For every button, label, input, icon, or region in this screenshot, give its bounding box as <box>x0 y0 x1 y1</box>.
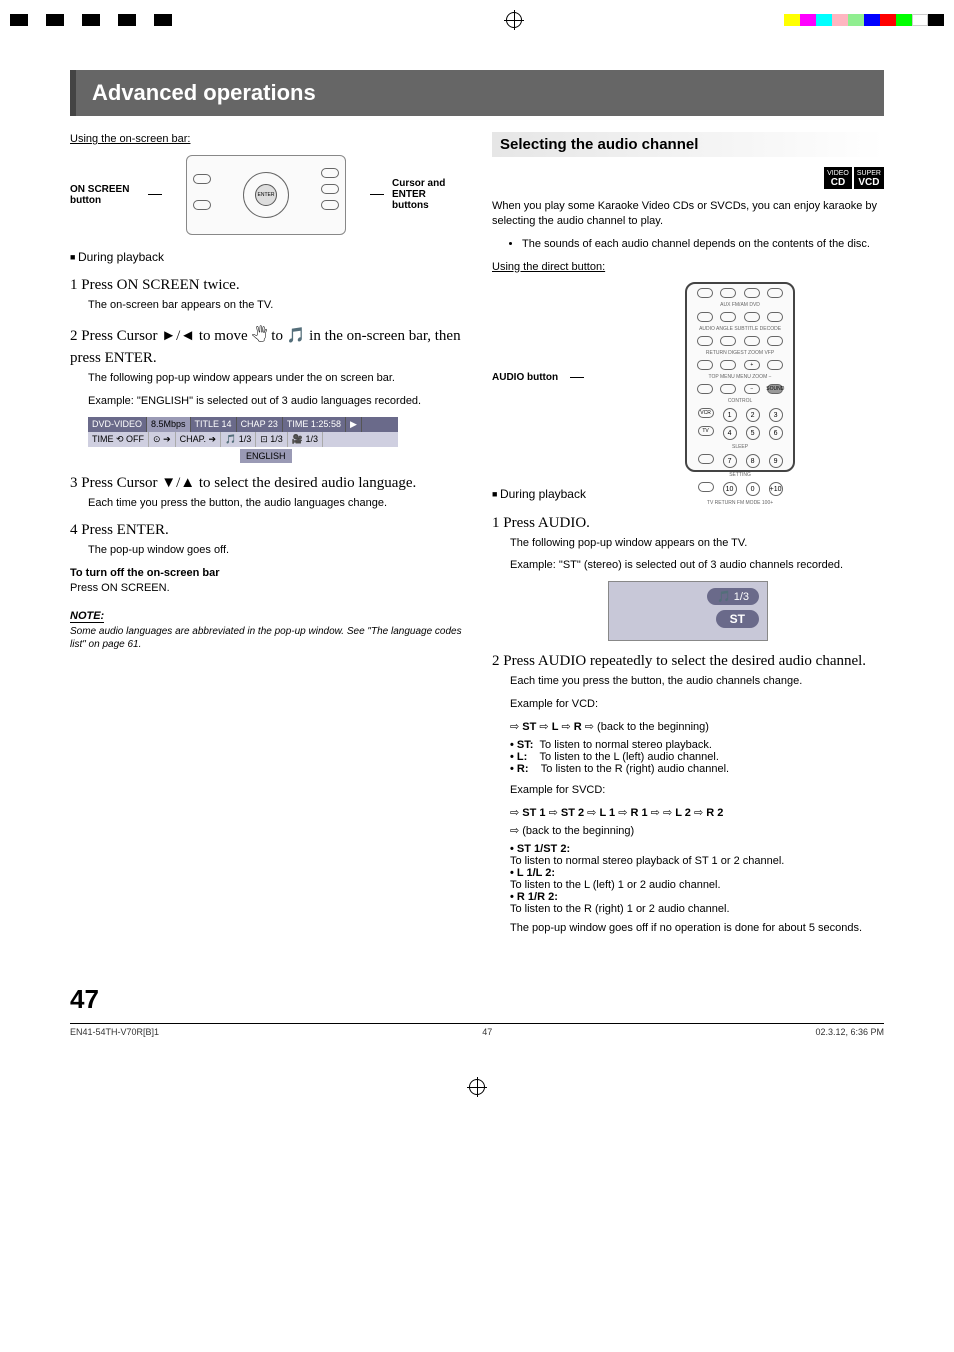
osd-cell: TIME 1:25:58 <box>283 417 346 432</box>
left-step1-heading: 1 Press ON SCREEN twice. <box>70 277 462 294</box>
popup-window: 🎵 1/3 ST <box>608 581 768 641</box>
using-direct-heading: Using the direct button: <box>492 260 884 275</box>
osd-cell: ⊡ 1/3 <box>256 432 288 447</box>
footer-mid: 47 <box>482 1027 492 1037</box>
choice-button-icon <box>193 200 211 210</box>
vcd-sequence: ⇨ ST ⇨ L ⇨ R ⇨ (back to the beginning) <box>510 720 884 735</box>
badge-super-vcd: SUPERVCD <box>854 167 884 189</box>
enter-button-icon: ENTER <box>255 184 277 206</box>
example-vcd-heading: Example for VCD: <box>510 697 884 712</box>
left-step4-text: The pop-up window goes off. <box>88 543 462 558</box>
osd-cell: CHAP 23 <box>237 417 283 432</box>
list-item: L: To listen to the L (left) audio chann… <box>510 751 884 763</box>
osd-cell: ⊙ ➔ <box>149 432 176 447</box>
turnoff-heading: To turn off the on-screen bar <box>70 566 462 581</box>
osd-cell: CHAP. ➔ <box>176 432 221 447</box>
osd-cell: TITLE 14 <box>191 417 237 432</box>
list-item: R: To listen to the R (right) audio chan… <box>510 763 884 775</box>
example-svcd-heading: Example for SVCD: <box>510 783 884 798</box>
onscreen-button-label: ON SCREEN button <box>70 184 140 206</box>
right-step2-heading: 2 Press AUDIO repeatedly to select the d… <box>492 653 884 670</box>
turnoff-text: Press ON SCREEN. <box>70 581 462 596</box>
osd-bar-bottom: TIME ⟲ OFF ⊙ ➔ CHAP. ➔ 🎵 1/3 ⊡ 1/3 🎥 1/3 <box>88 432 398 447</box>
svcd-sequence-2: ⇨ (back to the beginning) <box>510 824 884 839</box>
left-step3-text: Each time you press the button, the audi… <box>88 496 462 511</box>
closing-text: The pop-up window goes off if no operati… <box>510 921 884 936</box>
mark-blocks-left <box>10 14 244 26</box>
left-step4-heading: 4 Press ENTER. <box>70 522 462 539</box>
page-number: 47 <box>70 984 884 1015</box>
right-step1-text1: The following pop-up window appears on t… <box>510 536 884 551</box>
media-badges: VIDEOCD SUPERVCD <box>492 167 884 189</box>
using-onscreen-bar-heading: Using the on-screen bar: <box>70 132 462 147</box>
language-tag: ENGLISH <box>240 449 292 463</box>
right-step2-text: Each time you press the button, the audi… <box>510 674 884 689</box>
left-step1-text: The on-screen bar appears on the TV. <box>88 298 462 313</box>
callout-line <box>570 377 584 378</box>
registration-mark-icon <box>469 1079 485 1095</box>
dvr-button-icon <box>321 168 339 178</box>
left-step2-heading: 2 Press Cursor ►/◄ to move 🖑 to 🎵 in the… <box>70 325 462 367</box>
registration-mark-icon <box>506 12 522 28</box>
popup-counter: 🎵 1/3 <box>707 588 759 605</box>
printer-marks-top <box>0 0 954 40</box>
on-screen-button-icon <box>193 174 211 184</box>
footer-right: 02.3.12, 6:36 PM <box>815 1027 884 1037</box>
during-playback-left: During playback <box>70 249 462 265</box>
chapter-title: Advanced operations <box>70 70 884 116</box>
remote-cursor-diagram: ENTER <box>186 155 346 235</box>
color-blocks-right <box>784 14 944 26</box>
footer-left: EN41-54TH-V70R[B]1 <box>70 1027 159 1037</box>
audio-button-label: AUDIO button <box>492 372 558 383</box>
cursor-enter-label: Cursor and ENTER buttons <box>392 178 462 211</box>
remote-diagram: AUX FM/AM DVD AUDIO ANGLE SUBTITLE DECOD… <box>685 282 795 472</box>
left-step2-text1: The following pop-up window appears unde… <box>88 371 462 386</box>
note-body: Some audio languages are abbreviated in … <box>70 625 462 651</box>
osd-cell: ▶ <box>346 417 362 432</box>
left-step2-text2: Example: "ENGLISH" is selected out of 3 … <box>88 394 462 409</box>
popup-channel: ST <box>716 610 759 628</box>
printer-marks-bottom <box>0 1067 954 1107</box>
left-column: Using the on-screen bar: ON SCREEN butto… <box>70 132 462 944</box>
section-title: Selecting the audio channel <box>492 132 884 157</box>
rec-button-icon <box>321 184 339 194</box>
svcd-sequence-1: ⇨ ST 1 ⇨ ST 2 ⇨ L 1 ⇨ R 1 ⇨ ⇨ L 2 ⇨ R 2 <box>510 806 884 821</box>
list-item: ST: To listen to normal stereo playback. <box>510 739 884 751</box>
osd-cell: 8.5Mbps <box>147 417 191 432</box>
list-item: R 1/R 2:To listen to the R (right) 1 or … <box>510 891 884 915</box>
left-step3-heading: 3 Press Cursor ▼/▲ to select the desired… <box>70 475 462 492</box>
osd-cell: 🎵 1/3 <box>221 432 256 447</box>
footer: EN41-54TH-V70R[B]1 47 02.3.12, 6:36 PM <box>70 1023 884 1037</box>
right-step1-text2: Example: "ST" (stereo) is selected out o… <box>510 558 884 573</box>
note-heading: NOTE: <box>70 610 104 623</box>
list-item: ST 1/ST 2:To listen to normal stereo pla… <box>510 843 884 867</box>
audio-button-icon <box>697 336 713 346</box>
intro-bullet: The sounds of each audio channel depends… <box>522 237 884 252</box>
page-body: Advanced operations Using the on-screen … <box>0 40 954 1067</box>
intro-text: When you play some Karaoke Video CDs or … <box>492 199 884 229</box>
osd-cell: DVD-VIDEO <box>88 417 147 432</box>
badge-video-cd: VIDEOCD <box>824 167 852 189</box>
osd-bar-top: DVD-VIDEO 8.5Mbps TITLE 14 CHAP 23 TIME … <box>88 417 398 432</box>
rds-button-icon <box>321 200 339 210</box>
right-step1-heading: 1 Press AUDIO. <box>492 515 884 532</box>
list-item: L 1/L 2:To listen to the L (left) 1 or 2… <box>510 867 884 891</box>
osd-cell: 🎥 1/3 <box>288 432 323 447</box>
right-column: Selecting the audio channel VIDEOCD SUPE… <box>492 132 884 944</box>
osd-cell: TIME ⟲ OFF <box>88 432 149 447</box>
